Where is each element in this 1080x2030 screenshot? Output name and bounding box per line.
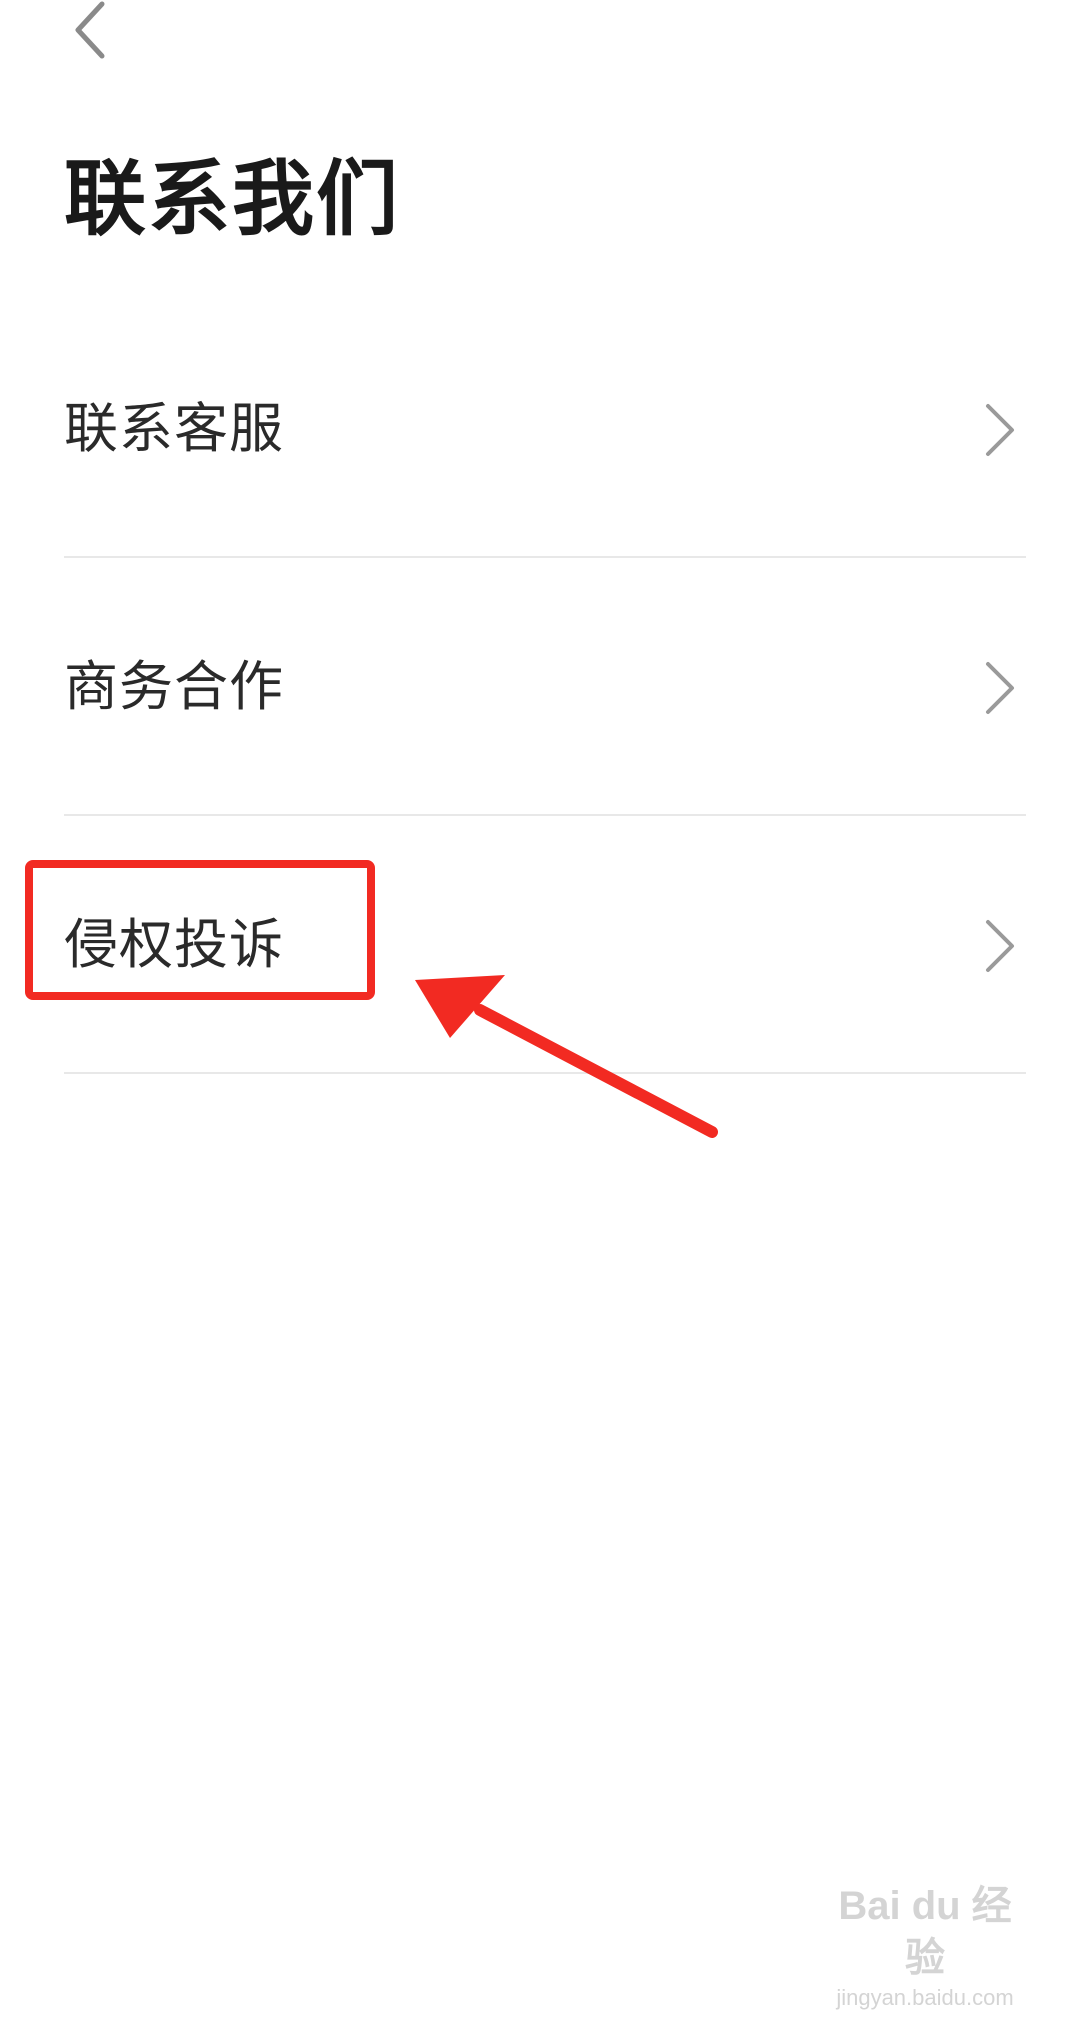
menu-item-label: 联系客服 [64, 397, 284, 460]
watermark-url: jingyan.baidu.com [836, 1985, 1014, 2010]
chevron-right-icon [986, 662, 1014, 714]
chevron-left-icon [75, 1, 105, 59]
page-title: 联系我们 [64, 152, 401, 247]
menu-list: 联系客服 商务合作 侵权投诉 [64, 300, 1026, 1074]
back-button[interactable] [62, 0, 122, 60]
menu-item-infringement-complaint[interactable]: 侵权投诉 [64, 816, 1026, 1074]
menu-item-customer-service[interactable]: 联系客服 [64, 300, 1026, 558]
baidu-jingyan-watermark: Bai du 经验 jingyan.baidu.com [820, 1880, 1030, 2010]
menu-item-label: 侵权投诉 [64, 913, 284, 976]
chevron-right-icon [986, 920, 1014, 972]
menu-item-business-cooperation[interactable]: 商务合作 [64, 558, 1026, 816]
watermark-logo-text: Bai du 经验 [838, 1884, 1012, 1980]
menu-item-label: 商务合作 [64, 655, 284, 718]
chevron-right-icon [986, 404, 1014, 456]
